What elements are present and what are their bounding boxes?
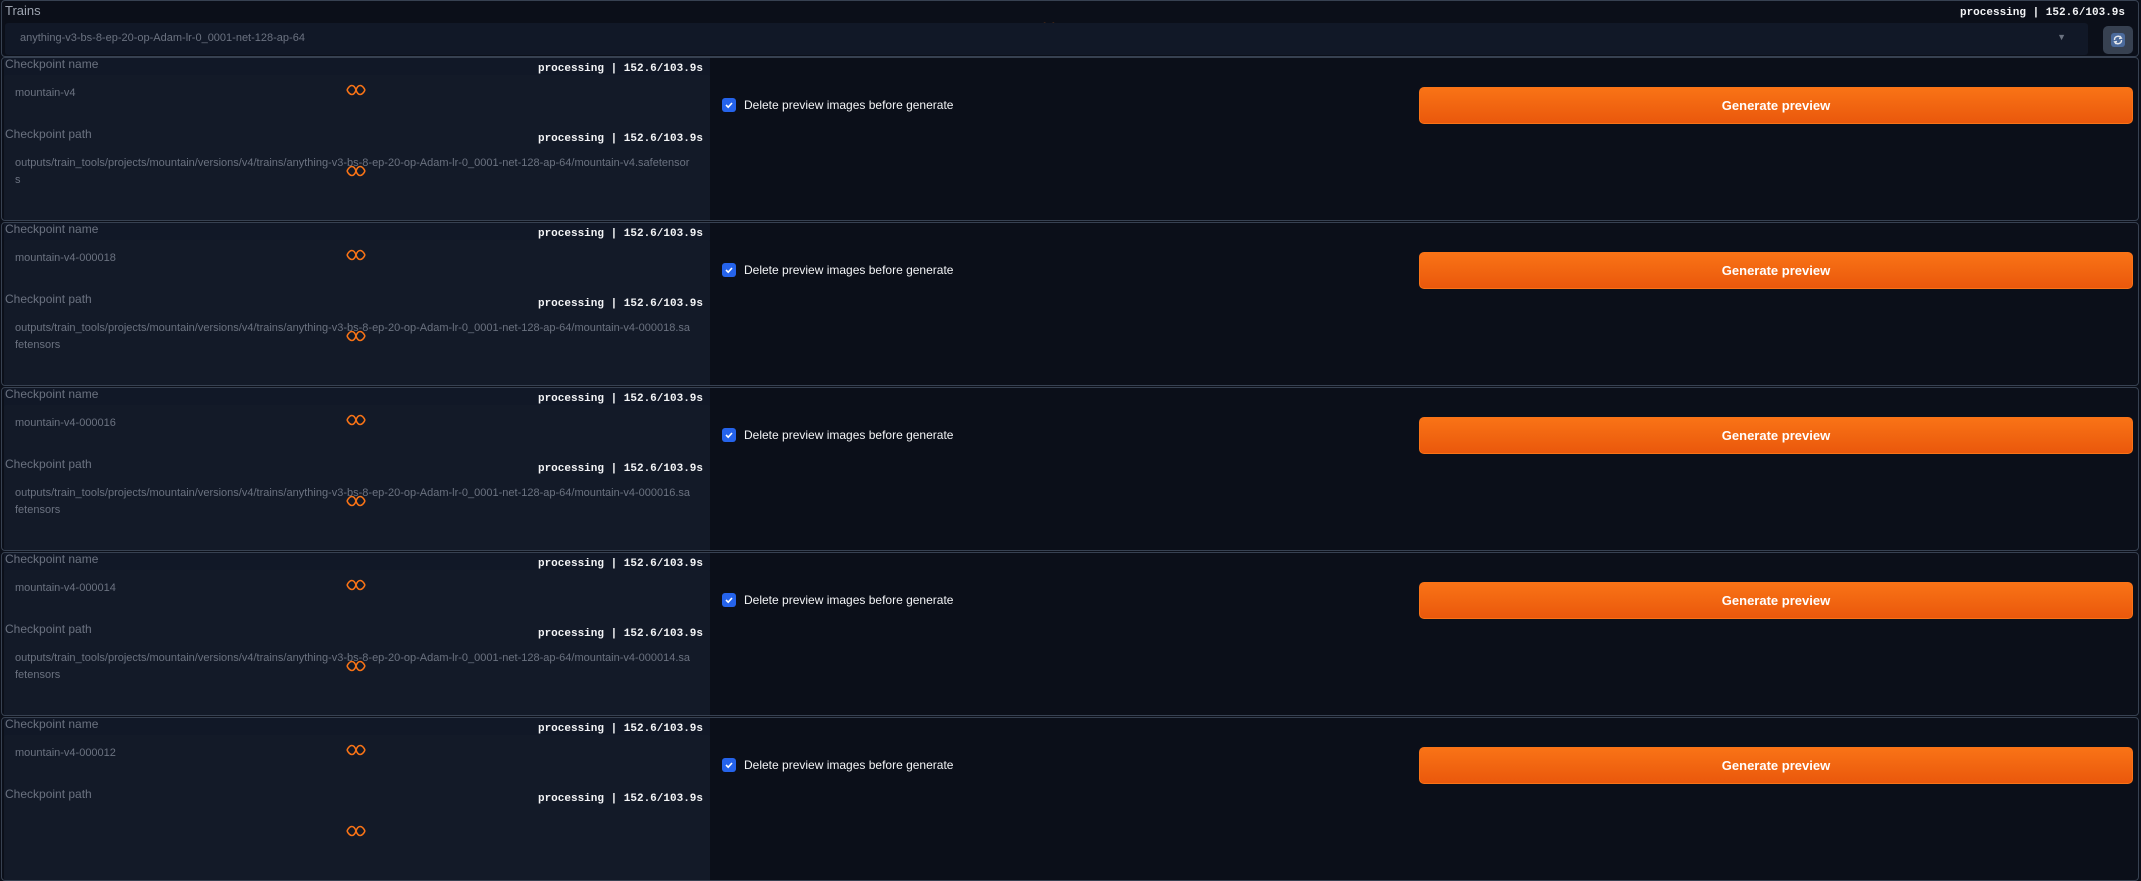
loading-spinner-icon [346,660,366,672]
trains-status-text: processing | 152.6/103.9s [1959,7,2125,19]
checkpoint-name-field: Checkpoint name processing | 152.6/103.9… [4,58,710,130]
checkpoint-name-label: Checkpoint name [5,717,99,731]
trains-select[interactable]: anything-v3-bs-8-ep-20-op-Adam-lr-0_0001… [5,23,2088,55]
checkpoint-name-label: Checkpoint name [5,552,99,566]
loading-spinner-icon [346,579,366,591]
loading-spinner-icon [346,249,366,261]
loading-spinner-icon [346,495,366,507]
delete-preview-checkbox[interactable]: Delete preview images before generate [722,758,953,772]
generate-preview-button[interactable]: Generate preview [1419,582,2133,619]
checkpoint-row: Checkpoint name processing | 152.6/103.9… [1,552,2139,716]
checkpoint-path-label: Checkpoint path [5,787,92,801]
checkpoint-name-status: processing | 152.6/103.9s [537,228,703,240]
checkpoint-name-field: Checkpoint name processing | 152.6/103.9… [4,388,710,460]
delete-preview-checkbox[interactable]: Delete preview images before generate [722,263,953,277]
delete-preview-label: Delete preview images before generate [744,428,954,442]
generate-preview-button[interactable]: Generate preview [1419,417,2133,454]
checkbox-checked-icon [722,758,736,772]
checkpoint-name-status: processing | 152.6/103.9s [537,723,703,735]
checkpoint-row: Checkpoint name processing | 152.6/103.9… [1,387,2139,551]
checkbox-checked-icon [722,263,736,277]
checkpoint-name-field: Checkpoint name processing | 152.6/103.9… [4,718,710,790]
checkpoint-name-status: processing | 152.6/103.9s [537,558,703,570]
refresh-button[interactable] [2103,26,2133,54]
generate-preview-button[interactable]: Generate preview [1419,87,2133,124]
checkpoint-path-field: Checkpoint path processing | 152.6/103.9… [4,292,710,385]
checkpoint-name-status: processing | 152.6/103.9s [537,63,703,75]
generate-preview-button[interactable]: Generate preview [1419,747,2133,784]
checkpoint-path-input[interactable]: outputs/train_tools/projects/mountain/ve… [4,145,710,220]
checkpoint-path-field: Checkpoint path processing | 152.6/103.9… [4,127,710,220]
loading-spinner-icon [346,165,366,177]
checkbox-checked-icon [722,98,736,112]
delete-preview-checkbox[interactable]: Delete preview images before generate [722,98,953,112]
generate-preview-button[interactable]: Generate preview [1419,252,2133,289]
checkpoint-name-status: processing | 152.6/103.9s [537,393,703,405]
checkpoint-path-input[interactable]: outputs/train_tools/projects/mountain/ve… [4,310,710,385]
checkpoint-path-input[interactable]: outputs/train_tools/projects/mountain/ve… [4,640,710,715]
loading-spinner-icon [346,414,366,426]
delete-preview-checkbox[interactable]: Delete preview images before generate [722,428,953,442]
checkpoint-name-field: Checkpoint name processing | 152.6/103.9… [4,553,710,625]
checkbox-checked-icon [722,428,736,442]
delete-preview-checkbox[interactable]: Delete preview images before generate [722,593,953,607]
checkpoint-row: Checkpoint name processing | 152.6/103.9… [1,222,2139,386]
loading-spinner-icon [346,84,366,96]
checkpoint-row: Checkpoint name processing | 152.6/103.9… [1,717,2139,881]
checkpoint-row: Checkpoint name processing | 152.6/103.9… [1,57,2139,221]
loading-spinner-icon [346,744,366,756]
checkpoint-path-status: processing | 152.6/103.9s [537,298,703,310]
loading-spinner-icon [346,825,366,837]
delete-preview-label: Delete preview images before generate [744,593,954,607]
checkpoint-path-label: Checkpoint path [5,622,92,636]
checkpoint-path-status: processing | 152.6/103.9s [537,133,703,145]
checkbox-checked-icon [722,593,736,607]
trains-select-value: anything-v3-bs-8-ep-20-op-Adam-lr-0_0001… [20,32,305,44]
refresh-icon [2111,33,2125,47]
checkpoint-name-field: Checkpoint name processing | 152.6/103.9… [4,223,710,295]
trains-label: Trains [5,3,41,18]
delete-preview-label: Delete preview images before generate [744,758,954,772]
checkpoint-path-label: Checkpoint path [5,292,92,306]
checkpoint-path-field: Checkpoint path processing | 152.6/103.9… [4,622,710,715]
delete-preview-label: Delete preview images before generate [744,263,954,277]
checkpoint-path-input[interactable] [4,805,710,880]
chevron-down-icon: ▼ [2057,32,2066,42]
loading-spinner-icon [346,330,366,342]
checkpoint-name-label: Checkpoint name [5,57,99,71]
checkpoint-path-status: processing | 152.6/103.9s [537,463,703,475]
checkpoint-path-label: Checkpoint path [5,457,92,471]
checkpoint-path-field: Checkpoint path processing | 152.6/103.9… [4,457,710,550]
checkpoint-path-status: processing | 152.6/103.9s [537,793,703,805]
checkpoint-path-status: processing | 152.6/103.9s [537,628,703,640]
trains-panel: Trains processing | 152.6/103.9s anythin… [1,0,2139,57]
checkpoint-path-label: Checkpoint path [5,127,92,141]
checkpoint-name-label: Checkpoint name [5,222,99,236]
checkpoint-path-input[interactable]: outputs/train_tools/projects/mountain/ve… [4,475,710,550]
delete-preview-label: Delete preview images before generate [744,98,954,112]
checkpoint-path-field: Checkpoint path processing | 152.6/103.9… [4,787,710,880]
checkpoint-name-label: Checkpoint name [5,387,99,401]
